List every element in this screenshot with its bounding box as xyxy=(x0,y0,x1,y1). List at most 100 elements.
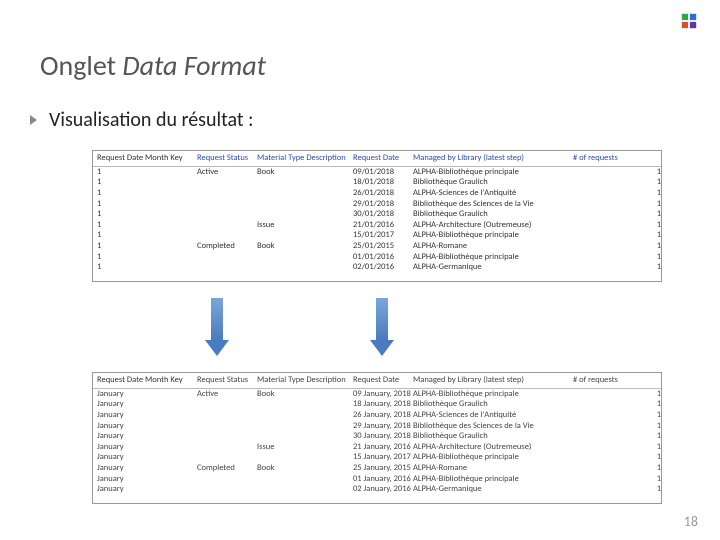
table-cell: Book xyxy=(257,389,353,400)
table-row: 126/01/2018ALPHA-Sciences de l'Antiquité… xyxy=(93,188,661,199)
table-cell: 1 xyxy=(573,188,667,199)
page-number: 18 xyxy=(684,513,698,530)
table-cell: January xyxy=(97,410,197,421)
table-cell: 1 xyxy=(573,484,667,495)
table-cell: January xyxy=(97,421,197,432)
table-cell: 1 xyxy=(573,452,667,463)
table-cell: ALPHA-Romane xyxy=(413,463,573,474)
table-cell: Bibliothèque Graulich xyxy=(413,209,573,220)
table-cell: 26 January, 2018 xyxy=(353,410,413,421)
table-cell: January xyxy=(97,463,197,474)
table-cell xyxy=(257,177,353,188)
table-cell: 1 xyxy=(97,220,197,231)
table-cell xyxy=(257,230,353,241)
table-cell: 1 xyxy=(573,410,667,421)
col-header: Managed by Library (latest step) xyxy=(413,153,573,164)
table-cell xyxy=(197,410,257,421)
table-cell: 1 xyxy=(97,230,197,241)
table-row: 1CompletedBook25/01/2015ALPHA-Romane1 xyxy=(93,241,661,252)
table-cell: ALPHA-Sciences de l'Antiquité xyxy=(413,410,573,421)
table-cell: 1 xyxy=(573,431,667,442)
col-header: Material Type Description xyxy=(257,153,353,164)
table-cell: 30/01/2018 xyxy=(353,209,413,220)
table-cell: 02 January, 2016 xyxy=(353,484,413,495)
col-header: Request Status xyxy=(197,153,257,164)
table-cell: January xyxy=(97,431,197,442)
table-row: January02 January, 2016ALPHA-Germanique1 xyxy=(93,484,661,495)
table-cell xyxy=(257,199,353,210)
table-cell: 02/01/2016 xyxy=(353,262,413,273)
table-cell: 15 January, 2017 xyxy=(353,452,413,463)
table-cell: 1 xyxy=(573,463,667,474)
table-row: January30 January, 2018Bibliothèque Grau… xyxy=(93,431,661,442)
table-cell xyxy=(257,484,353,495)
table-cell: 21 January, 2016 xyxy=(353,442,413,453)
col-header: # of requests xyxy=(573,153,667,164)
table-row: 1Issue21/01/2016ALPHA-Architecture (Outr… xyxy=(93,220,661,231)
table-cell: Active xyxy=(197,389,257,400)
bullet-arrow-icon xyxy=(30,115,37,125)
table-cell: Bibliothèque Graulich xyxy=(413,431,573,442)
table-cell: 1 xyxy=(97,177,197,188)
table-row: 129/01/2018Bibliothèque des Sciences de … xyxy=(93,199,661,210)
table-cell: ALPHA-Germanique xyxy=(413,262,573,273)
table-cell: Bibliothèque des Sciences de la Vie xyxy=(413,421,573,432)
table-cell: 18/01/2018 xyxy=(353,177,413,188)
table-cell xyxy=(257,421,353,432)
table-cell: 18 January, 2018 xyxy=(353,399,413,410)
table-cell: Completed xyxy=(197,463,257,474)
title-emphasis: Data Format xyxy=(122,48,266,83)
table-row: 1ActiveBook09/01/2018ALPHA-Bibliothèque … xyxy=(93,167,661,178)
col-header: Request Date xyxy=(353,375,413,386)
table-cell: 25 January, 2015 xyxy=(353,463,413,474)
table-row: January 29 January, 2018Bibliothèque des … xyxy=(93,421,661,432)
table-row: 115/01/2017ALPHA-Bibliothèque principale… xyxy=(93,230,661,241)
table-cell: Issue xyxy=(257,220,353,231)
table-cell: Completed xyxy=(197,241,257,252)
table-cell: 29 January, 2018 xyxy=(353,421,413,432)
table-cell: 09 January, 2018 xyxy=(353,389,413,400)
table-cell: 1 xyxy=(573,230,667,241)
table-cell xyxy=(197,199,257,210)
table-cell: 1 xyxy=(573,199,667,210)
result-table-after: Request Date Month Key Request Status Ma… xyxy=(92,372,662,504)
table-cell: Bibliothèque Graulich xyxy=(413,399,573,410)
col-header: Request Status xyxy=(197,375,257,386)
down-arrow-icon xyxy=(370,298,394,358)
table-cell: January xyxy=(97,389,197,400)
col-header: Material Type Description xyxy=(257,375,353,386)
table-cell: January xyxy=(97,399,197,410)
bullet-text: Visualisation du résultat : xyxy=(49,108,254,132)
table-cell: ALPHA-Bibliothèque principale xyxy=(413,167,573,178)
table-cell xyxy=(197,177,257,188)
table-cell: 1 xyxy=(97,188,197,199)
table-row: 102/01/2016ALPHA-Germanique1 xyxy=(93,262,661,273)
table-cell xyxy=(197,421,257,432)
col-header: # of requests xyxy=(573,375,667,386)
table-cell: Bibliothèque des Sciences de la Vie xyxy=(413,199,573,210)
table-cell: ALPHA-Bibliothèque principale xyxy=(413,452,573,463)
table-cell: ALPHA-Architecture (Outremeuse) xyxy=(413,442,573,453)
table-cell: 1 xyxy=(573,421,667,432)
table-cell: ALPHA-Architecture (Outremeuse) xyxy=(413,220,573,231)
table-cell: Book xyxy=(257,463,353,474)
table-cell: 1 xyxy=(97,241,197,252)
table-header: Request Date Month Key Request Status Ma… xyxy=(93,373,661,389)
table-cell xyxy=(197,188,257,199)
col-header: Request Date Month Key xyxy=(97,375,197,386)
table-cell xyxy=(197,452,257,463)
table-cell xyxy=(257,252,353,263)
table-cell: 1 xyxy=(573,241,667,252)
bullet-row: Visualisation du résultat : xyxy=(30,108,254,132)
table-cell: 1 xyxy=(573,252,667,263)
table-cell: Book xyxy=(257,167,353,178)
table-cell: 29/01/2018 xyxy=(353,199,413,210)
table-cell: 1 xyxy=(97,209,197,220)
table-cell xyxy=(257,452,353,463)
table-cell: Bibliothèque Graulich xyxy=(413,177,573,188)
table-cell xyxy=(197,399,257,410)
table-cell: ALPHA-Romane xyxy=(413,241,573,252)
table-cell: January xyxy=(97,442,197,453)
title-plain: Onglet xyxy=(40,48,122,83)
table-cell xyxy=(257,399,353,410)
